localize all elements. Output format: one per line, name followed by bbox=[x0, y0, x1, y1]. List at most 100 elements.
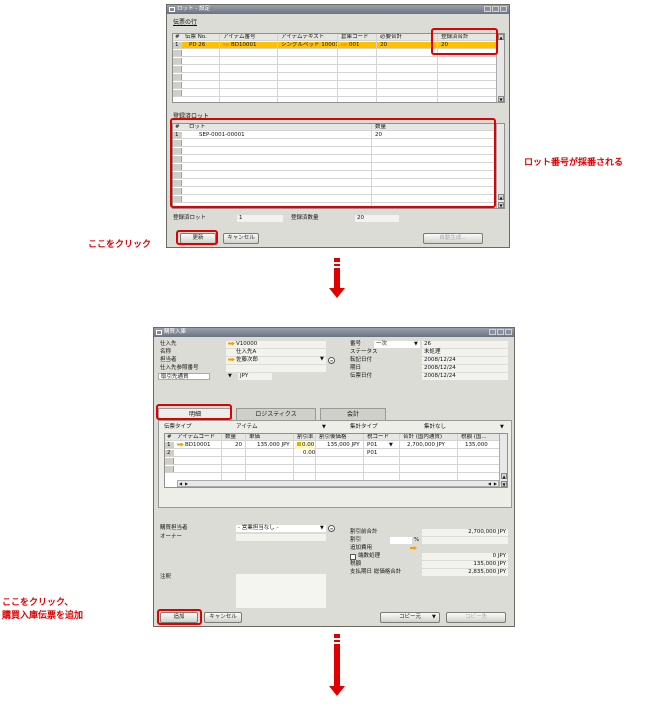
scroll-down-icon[interactable]: ▼ bbox=[501, 481, 507, 487]
before-discount-label: 割引前合計 bbox=[350, 529, 378, 535]
unit-price-cell[interactable]: 135,000 JPY bbox=[255, 442, 290, 449]
copy-from-button[interactable]: コピー元 bbox=[380, 612, 440, 623]
scroll-up-icon[interactable]: ▲ bbox=[501, 473, 507, 479]
scroll-left-icon[interactable]: ◀ bbox=[488, 481, 491, 486]
column-header[interactable]: 税額 (国... bbox=[459, 434, 499, 441]
tax-code-cell[interactable]: P01 bbox=[365, 450, 377, 457]
table-row[interactable]: 2 0.00 P01 bbox=[165, 450, 507, 457]
line-type-select[interactable]: アイテム bbox=[234, 424, 328, 431]
cancel-button[interactable]: キャンセル bbox=[223, 233, 259, 244]
tax-amount-cell[interactable]: 135,000 bbox=[463, 442, 488, 449]
name-field[interactable]: 仕入先A bbox=[226, 349, 326, 356]
tab-logistics[interactable]: ロジスティクス bbox=[236, 408, 316, 420]
horizontal-scrollbar[interactable]: ◀ ▶ ◀ ▶ bbox=[177, 480, 499, 487]
item-text-cell[interactable]: シングルベッド 10001 bbox=[279, 42, 339, 49]
remarks-field[interactable] bbox=[236, 574, 326, 608]
chevron-down-icon[interactable]: ▼ bbox=[320, 356, 324, 362]
warehouse-cell[interactable]: 001 bbox=[339, 42, 360, 49]
vertical-scrollbar[interactable]: ▲ ▼ bbox=[496, 124, 504, 208]
supplier-field[interactable]: V10000 bbox=[226, 341, 326, 348]
maximize-button[interactable] bbox=[497, 329, 504, 335]
list-icon[interactable]: ≡ bbox=[328, 525, 335, 532]
chevron-down-icon[interactable]: ▼ bbox=[320, 525, 324, 531]
discount-amount-field[interactable] bbox=[422, 537, 508, 544]
rounding-field: 0 JPY bbox=[422, 553, 508, 560]
item-code-cell[interactable]: BD10001 bbox=[221, 42, 257, 49]
chevron-down-icon[interactable]: ▼ bbox=[414, 341, 418, 347]
tax-code-cell[interactable]: P01 bbox=[365, 442, 377, 449]
column-header[interactable]: 税コード bbox=[365, 434, 389, 441]
maximize-button[interactable] bbox=[492, 6, 499, 12]
link-arrow-icon[interactable] bbox=[410, 546, 417, 550]
posting-date-field[interactable]: 2008/12/24 bbox=[422, 357, 508, 364]
chevron-down-icon[interactable]: ▼ bbox=[322, 424, 326, 430]
discount-cell[interactable]: 0.00 bbox=[295, 442, 315, 449]
scroll-up-icon[interactable]: ▲ bbox=[498, 34, 504, 40]
auto-create-button[interactable]: 自動生成... bbox=[423, 233, 483, 244]
vertical-scrollbar[interactable]: ▲ ▼ bbox=[499, 434, 507, 487]
chevron-down-icon[interactable]: ▼ bbox=[500, 424, 504, 430]
close-button[interactable] bbox=[505, 329, 512, 335]
column-header[interactable]: アイテム番号 bbox=[221, 34, 255, 41]
summary-type-select[interactable]: 集計なし bbox=[422, 424, 506, 431]
scroll-down-icon[interactable]: ▼ bbox=[498, 96, 504, 102]
scroll-down-icon[interactable]: ▼ bbox=[498, 202, 504, 208]
contact-field[interactable]: 佐藤次郎 bbox=[226, 357, 326, 364]
column-header[interactable]: 倉庫コード bbox=[339, 34, 369, 41]
link-arrow-icon[interactable] bbox=[341, 42, 348, 47]
info-icon[interactable] bbox=[297, 442, 301, 446]
minimize-button[interactable] bbox=[489, 329, 496, 335]
status-field: 未処理 bbox=[422, 349, 508, 356]
column-header[interactable]: 必要合計 bbox=[378, 34, 402, 41]
table-row[interactable]: 1 BD10001 20 135,000 JPY 0.00 135,000 JP… bbox=[165, 442, 507, 449]
ref-label: 仕入先参照番号 bbox=[160, 365, 199, 371]
rounding-checkbox[interactable] bbox=[350, 554, 356, 560]
item-code-cell[interactable]: BD10001 bbox=[175, 442, 211, 449]
link-arrow-icon[interactable] bbox=[228, 357, 235, 362]
cancel-button[interactable]: キャンセル bbox=[204, 612, 242, 623]
due-date-label: 期日 bbox=[350, 365, 362, 371]
chevron-down-icon[interactable]: ▼ bbox=[432, 614, 436, 620]
quantity-cell[interactable]: 20 bbox=[233, 442, 242, 449]
column-header[interactable]: アイテムテキスト bbox=[279, 34, 324, 41]
doc-date-field[interactable]: 2008/12/24 bbox=[422, 373, 508, 380]
scroll-up-icon[interactable]: ▲ bbox=[498, 194, 504, 200]
number-field[interactable]: 26 bbox=[422, 341, 508, 348]
link-arrow-icon[interactable] bbox=[228, 341, 235, 346]
status-label: ステータス bbox=[350, 349, 378, 355]
copy-to-button[interactable]: コピー先 bbox=[446, 612, 506, 623]
tab-accounting[interactable]: 会計 bbox=[320, 408, 386, 420]
column-header[interactable]: 伝票 No. bbox=[183, 34, 207, 41]
price-after-discount-cell[interactable]: 135,000 JPY bbox=[325, 442, 360, 449]
buyer-select[interactable]: - 営業担当なし - bbox=[236, 525, 326, 532]
minimize-button[interactable] bbox=[484, 6, 491, 12]
ref-field[interactable] bbox=[226, 365, 326, 372]
due-date-field[interactable]: 2008/12/24 bbox=[422, 365, 508, 372]
scroll-right-icon[interactable]: ▶ bbox=[494, 481, 497, 486]
discount-pct-field[interactable] bbox=[390, 537, 412, 544]
column-header[interactable]: 単価 bbox=[247, 434, 260, 441]
required-total-cell: 20 bbox=[380, 42, 387, 48]
column-header[interactable]: 数量 bbox=[223, 434, 236, 441]
supplier-label: 仕入先 bbox=[160, 341, 177, 347]
scroll-left-icon[interactable]: ◀ bbox=[179, 481, 182, 486]
annotation-lot-numbered: ロット番号が採番される bbox=[524, 158, 624, 168]
chevron-down-icon[interactable]: ▼ bbox=[228, 373, 232, 379]
column-header[interactable]: 割引率 bbox=[295, 434, 314, 441]
column-header[interactable]: 割引後価格 bbox=[317, 434, 347, 441]
scroll-right-icon[interactable]: ▶ bbox=[185, 481, 188, 486]
discount-cell[interactable]: 0.00 bbox=[301, 450, 315, 457]
window-title: 購買入庫 bbox=[164, 329, 187, 335]
currency-type-select[interactable]: 取引先通貨 bbox=[158, 373, 210, 380]
total-cell[interactable]: 2,700,000 JPY bbox=[405, 442, 445, 449]
close-button[interactable] bbox=[500, 6, 507, 12]
doc-no-cell[interactable]: PD 26 bbox=[187, 42, 205, 49]
owner-field[interactable] bbox=[236, 534, 326, 541]
chevron-down-icon[interactable]: ▼ bbox=[389, 442, 393, 448]
column-header[interactable]: アイテムコード bbox=[175, 434, 215, 441]
registered-lots-count-label: 登録済ロット bbox=[173, 215, 207, 221]
column-header[interactable]: 合計 (国内通貨) bbox=[401, 434, 442, 441]
link-arrow-icon[interactable] bbox=[223, 42, 230, 47]
list-icon[interactable]: ≡ bbox=[328, 357, 335, 364]
link-arrow-icon[interactable] bbox=[177, 442, 184, 447]
